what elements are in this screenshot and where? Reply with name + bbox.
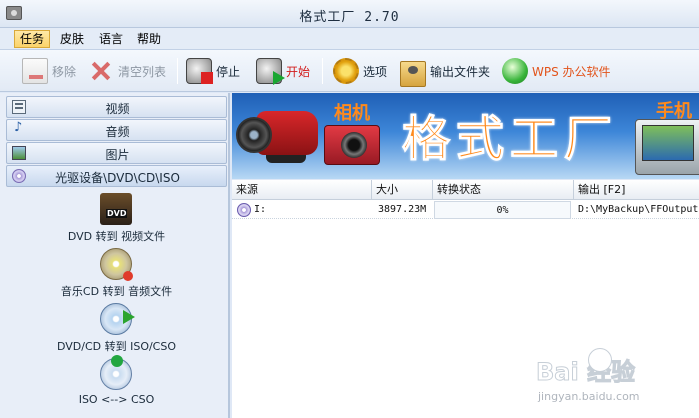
camera-icon (324, 125, 380, 165)
options-label: 选项 (363, 64, 388, 79)
camera-label: 相机 (334, 103, 370, 124)
camcorder-icon (236, 103, 320, 165)
category-panel: 视频 音频 图片 光驱设备\DVD\CD\ISO DVD 转到 视频文件 音乐C… (0, 93, 230, 418)
start-label: 开始 (286, 64, 311, 79)
item-label: DVD/CD 转到 ISO/CSO (56, 340, 177, 353)
menu-language[interactable]: 语言 (94, 30, 128, 48)
cell-size: 3897.23M (378, 204, 427, 215)
disc-to-iso-icon (100, 303, 135, 335)
category-video[interactable]: 视频 (6, 96, 227, 118)
dvd-to-video-item[interactable]: DVD 转到 视频文件 (6, 193, 227, 247)
item-label: DVD 转到 视频文件 (67, 230, 166, 243)
category-audio[interactable]: 音频 (6, 119, 227, 141)
output-folder-button[interactable]: 输出文件夹 (400, 56, 491, 87)
dvd-film-icon (100, 193, 132, 225)
category-label: 视频 (105, 102, 130, 116)
table-row[interactable]: I: 3897.23M 0% D:\MyBackup\FFOutput (232, 201, 699, 219)
remove-button[interactable]: 移除 (22, 56, 76, 86)
options-button[interactable]: 选项 (333, 56, 387, 86)
cell-output: D:\MyBackup\FFOutput (578, 204, 699, 215)
menu-task[interactable]: 任务 (14, 30, 51, 48)
column-output[interactable]: 输出 [F2] (574, 180, 699, 200)
clear-x-icon (88, 58, 114, 84)
category-label: 音频 (105, 125, 130, 139)
stop-button[interactable]: 停止 (186, 56, 240, 86)
gear-icon (333, 58, 359, 84)
paw-logo-icon (588, 348, 612, 372)
wps-logo-icon (502, 58, 528, 84)
toolbar: 移除 清空列表 停止 开始 选项 输出文件夹 WPS 办公软件 (0, 50, 699, 92)
wps-button[interactable]: WPS 办公软件 (502, 56, 611, 86)
category-optical-drive[interactable]: 光驱设备\DVD\CD\ISO (6, 165, 227, 187)
menu-help[interactable]: 帮助 (132, 30, 166, 48)
start-button[interactable]: 开始 (256, 56, 310, 86)
task-list-header: 来源 大小 转换状态 输出 [F2] (232, 180, 699, 200)
watermark: Bai 经验 jingyan.baidu.com (535, 348, 696, 412)
wps-label: WPS 办公软件 (532, 64, 611, 79)
column-size[interactable]: 大小 (372, 180, 433, 200)
watermark-url: jingyan.baidu.com (538, 390, 640, 403)
start-icon (256, 58, 285, 85)
cell-status: 0% (434, 201, 571, 219)
title-bar: 格式工厂 2.70 (0, 0, 699, 28)
remove-label: 移除 (52, 64, 77, 79)
music-cd-icon (100, 248, 133, 281)
category-image[interactable]: 图片 (6, 142, 227, 164)
disc-to-iso-item[interactable]: DVD/CD 转到 ISO/CSO (6, 303, 227, 357)
banner-title: 格式工厂 (401, 111, 619, 168)
document-remove-icon (22, 58, 48, 84)
watermark-text: Bai 经验 (535, 358, 636, 387)
disc-icon (237, 203, 251, 217)
category-label: 光驱设备\DVD\CD\ISO (55, 171, 180, 185)
cell-source: I: (254, 204, 267, 215)
stop-label: 停止 (216, 64, 241, 79)
promo-banner: 相机 格式工厂 手机 (232, 93, 699, 179)
clear-list-label: 清空列表 (118, 64, 167, 79)
menu-skin[interactable]: 皮肤 (55, 30, 89, 48)
item-label: 音乐CD 转到 音频文件 (60, 285, 173, 298)
iso-cso-item[interactable]: ISO <--> CSO (6, 355, 227, 412)
item-label: ISO <--> CSO (78, 393, 155, 406)
column-status[interactable]: 转换状态 (433, 180, 574, 200)
clear-list-button[interactable]: 清空列表 (88, 56, 166, 86)
menu-bar: 任务 皮肤 语言 帮助 (0, 28, 699, 50)
toolbar-separator (322, 58, 323, 84)
stop-icon (186, 58, 213, 84)
category-label: 图片 (105, 148, 130, 162)
output-folder-label: 输出文件夹 (430, 64, 491, 79)
iso-cso-icon (100, 355, 132, 390)
phone-icon (635, 119, 699, 175)
window-title: 格式工厂 2.70 (299, 10, 400, 25)
toolbar-separator (177, 58, 178, 84)
music-cd-to-audio-item[interactable]: 音乐CD 转到 音频文件 (6, 248, 227, 302)
folder-icon (400, 61, 426, 87)
column-source[interactable]: 来源 (232, 180, 372, 200)
